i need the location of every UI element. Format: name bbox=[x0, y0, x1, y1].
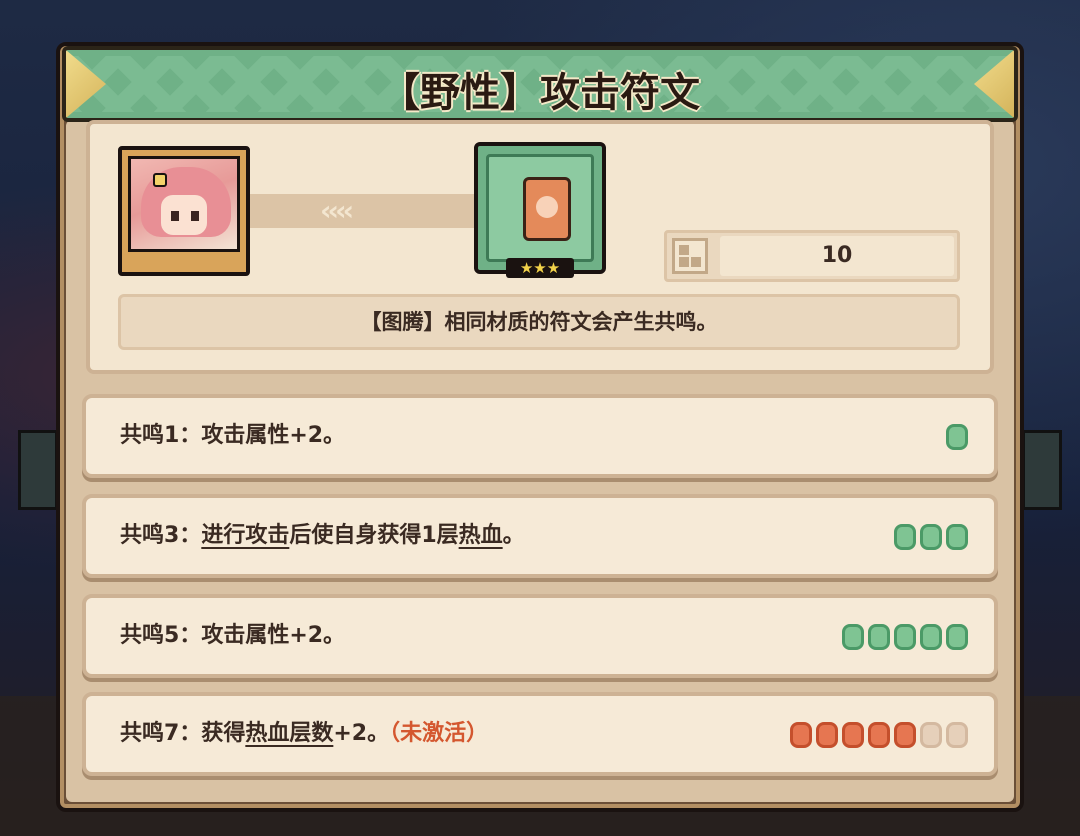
resonance-text: 共鸣5：攻击属性+2。 bbox=[120, 598, 345, 674]
background-left-widget bbox=[18, 430, 58, 510]
resonance-progress-pips bbox=[790, 722, 968, 748]
resonance-progress-pips bbox=[842, 624, 968, 650]
title-banner: 【野性】攻击符文 bbox=[62, 46, 1018, 122]
resonance-effect-text: 获得 bbox=[201, 721, 246, 746]
rune-description: 【图腾】相同材质的符文会产生共鸣。 bbox=[118, 294, 960, 350]
equip-link-bar bbox=[250, 194, 474, 228]
rune-level-value: 10 bbox=[720, 236, 954, 276]
dialog-title: 【野性】攻击符文 bbox=[380, 70, 700, 116]
pip-filled bbox=[842, 624, 864, 650]
resonance-progress-pips bbox=[946, 424, 968, 450]
resonance-progress-pips bbox=[894, 524, 968, 550]
pip-filled bbox=[894, 524, 916, 550]
resonance-text: 共鸣3：进行攻击后使自身获得1层热血。 bbox=[120, 498, 525, 574]
character-portrait-image bbox=[128, 156, 240, 252]
pip-filled bbox=[946, 424, 968, 450]
pip-filled bbox=[920, 624, 942, 650]
resonance-label: 共鸣1： bbox=[120, 423, 202, 448]
resonance-label: 共鸣5： bbox=[120, 623, 202, 648]
resonance-label: 共鸣7： bbox=[120, 721, 202, 746]
keyword-link[interactable]: 热血 bbox=[459, 523, 503, 548]
resonance-effect-text: +2。 bbox=[333, 721, 390, 746]
pip-filled bbox=[894, 624, 916, 650]
pip-filled bbox=[816, 722, 838, 748]
resonance-effect-text: 攻击属性+2。 bbox=[201, 423, 346, 448]
resonance-text: 共鸣7：获得热血层数+2。（未激活） bbox=[120, 696, 488, 772]
resonance-text: 共鸣1：攻击属性+2。 bbox=[120, 398, 345, 474]
background-right-widget bbox=[1022, 430, 1062, 510]
resonance-effect-text: 攻击属性+2。 bbox=[201, 623, 346, 648]
pip-filled bbox=[946, 524, 968, 550]
pip-filled bbox=[894, 722, 916, 748]
rune-star-rating: ★★★ bbox=[506, 258, 574, 278]
grid-icon bbox=[672, 238, 708, 274]
resonance-label: 共鸣3： bbox=[120, 523, 202, 548]
resonance-effect-text: 后使自身获得1层 bbox=[289, 523, 459, 548]
pip-filled bbox=[946, 624, 968, 650]
rune-image bbox=[486, 154, 594, 262]
keyword-link[interactable]: 热血层数 bbox=[245, 721, 333, 746]
pip-filled bbox=[790, 722, 812, 748]
resonance-row: 共鸣7：获得热血层数+2。（未激活） bbox=[82, 692, 998, 776]
resonance-row: 共鸣1：攻击属性+2。 bbox=[82, 394, 998, 478]
keyword-link[interactable]: 进行攻击 bbox=[201, 523, 289, 548]
resonance-effect-text: 。 bbox=[502, 523, 525, 548]
resonance-row: 共鸣5：攻击属性+2。 bbox=[82, 594, 998, 678]
rune-icon[interactable] bbox=[474, 142, 606, 274]
pip-filled bbox=[868, 722, 890, 748]
inactive-status: （未激活） bbox=[389, 721, 489, 746]
chevron-left-icon: ‹‹‹‹ bbox=[320, 194, 354, 227]
pip-empty bbox=[946, 722, 968, 748]
pip-filled bbox=[842, 722, 864, 748]
character-portrait[interactable] bbox=[118, 146, 250, 276]
pip-filled bbox=[920, 524, 942, 550]
resonance-row: 共鸣3：进行攻击后使自身获得1层热血。 bbox=[82, 494, 998, 578]
pip-empty bbox=[920, 722, 942, 748]
pip-filled bbox=[868, 624, 890, 650]
